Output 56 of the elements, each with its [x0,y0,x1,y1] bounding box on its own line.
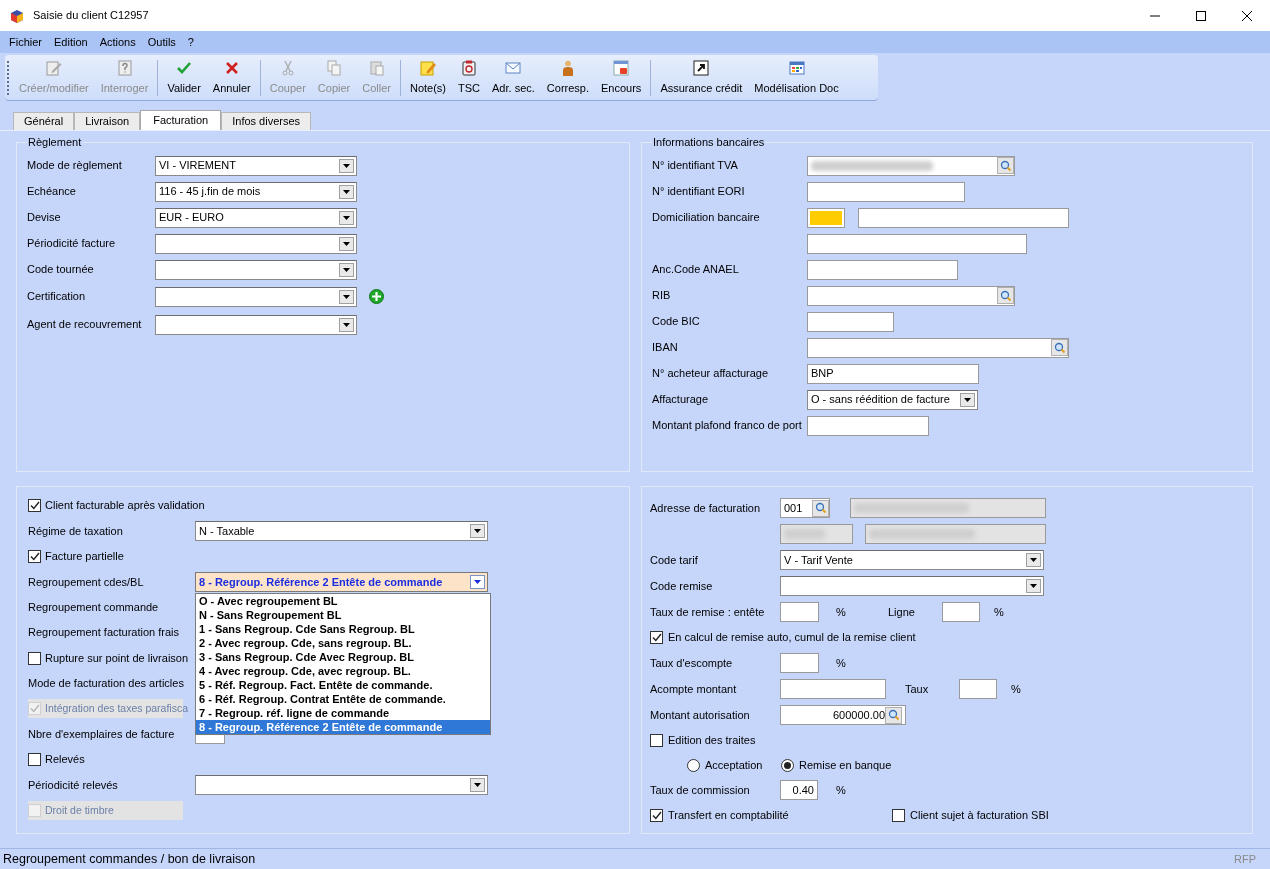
unit-label: % [835,655,846,671]
field-label: Taux [905,681,930,697]
field-label: Acompte montant [650,681,738,697]
checkbox-label: Facture partielle [45,549,124,565]
field-label: Code BIC [652,314,701,330]
field-label: Mode de facturation des articles [28,676,185,692]
field-label: Régime de taxation [28,523,124,539]
radio-label: Remise en banque [799,757,892,773]
window-title: Saisie du client C12957 [33,8,150,24]
field-label: Regroupement commande [28,600,160,615]
status-text: Regroupement commandes / bon de livraison [3,850,257,868]
field-label: Taux de remise : entête [650,604,766,620]
field-label: Domiciliation bancaire [652,210,761,226]
radio-label: Acceptation [705,757,763,773]
checkbox-label: Edition des traites [668,733,756,749]
field-label: Adresse de facturation [650,500,762,516]
field-label: Montant plafond franco de port [652,418,803,434]
field-label: Devise [27,210,62,226]
field-label: N° identifiant TVA [652,158,739,174]
unit-label: % [993,604,1004,620]
field-label: Code tarif [650,552,699,568]
field-label: Périodicité relevés [28,777,119,793]
group-title: Règlement [27,135,83,150]
group-title: Informations bancaires [652,135,766,150]
field-label: Code tournée [27,262,95,278]
field-label: Agent de recouvrement [27,317,143,333]
field-label: Taux d'escompte [650,655,734,671]
status-code: RFP [1234,851,1256,867]
field-label: Taux de commission [650,782,751,798]
field-label: Anc.Code ANAEL [652,262,740,278]
field-label: Regroupement cdes/BL [28,574,145,590]
field-label: Regroupement facturation frais [28,625,181,641]
field-label: Ligne [888,604,916,620]
field-label: Certification [27,289,87,305]
field-label: Affacturage [652,392,710,408]
field-label: IBAN [652,340,679,356]
field-label: Montant autorisation [650,707,751,723]
unit-label: % [1010,681,1021,697]
checkbox-label: Intégration des taxes parafisca [45,700,188,716]
checkbox-label: Client facturable après validation [45,498,205,514]
checkbox-label: Client sujet à facturation SBI [910,807,1049,823]
checkbox-label: Rupture sur point de livraison [45,650,189,666]
field-label: Code remise [650,578,714,594]
field-label: N° acheteur affacturage [652,366,770,382]
field-label: Echéance [27,184,77,200]
unit-label: % [835,782,846,798]
checkbox-label: Transfert en comptabilité [668,807,789,823]
field-label: Nbre d'exemplaires de facture [28,726,176,742]
field-label: N° identifiant EORI [652,184,746,200]
checkbox-label: En calcul de remise auto, cumul de la remise client [668,630,916,646]
checkbox-label: Droit de timbre [45,802,114,818]
field-label: Mode de règlement [27,158,123,174]
field-label: Périodicité facture [27,236,117,252]
field-label: RIB [652,288,672,304]
checkbox-label: Relevés [45,752,85,768]
unit-label: % [835,604,847,620]
